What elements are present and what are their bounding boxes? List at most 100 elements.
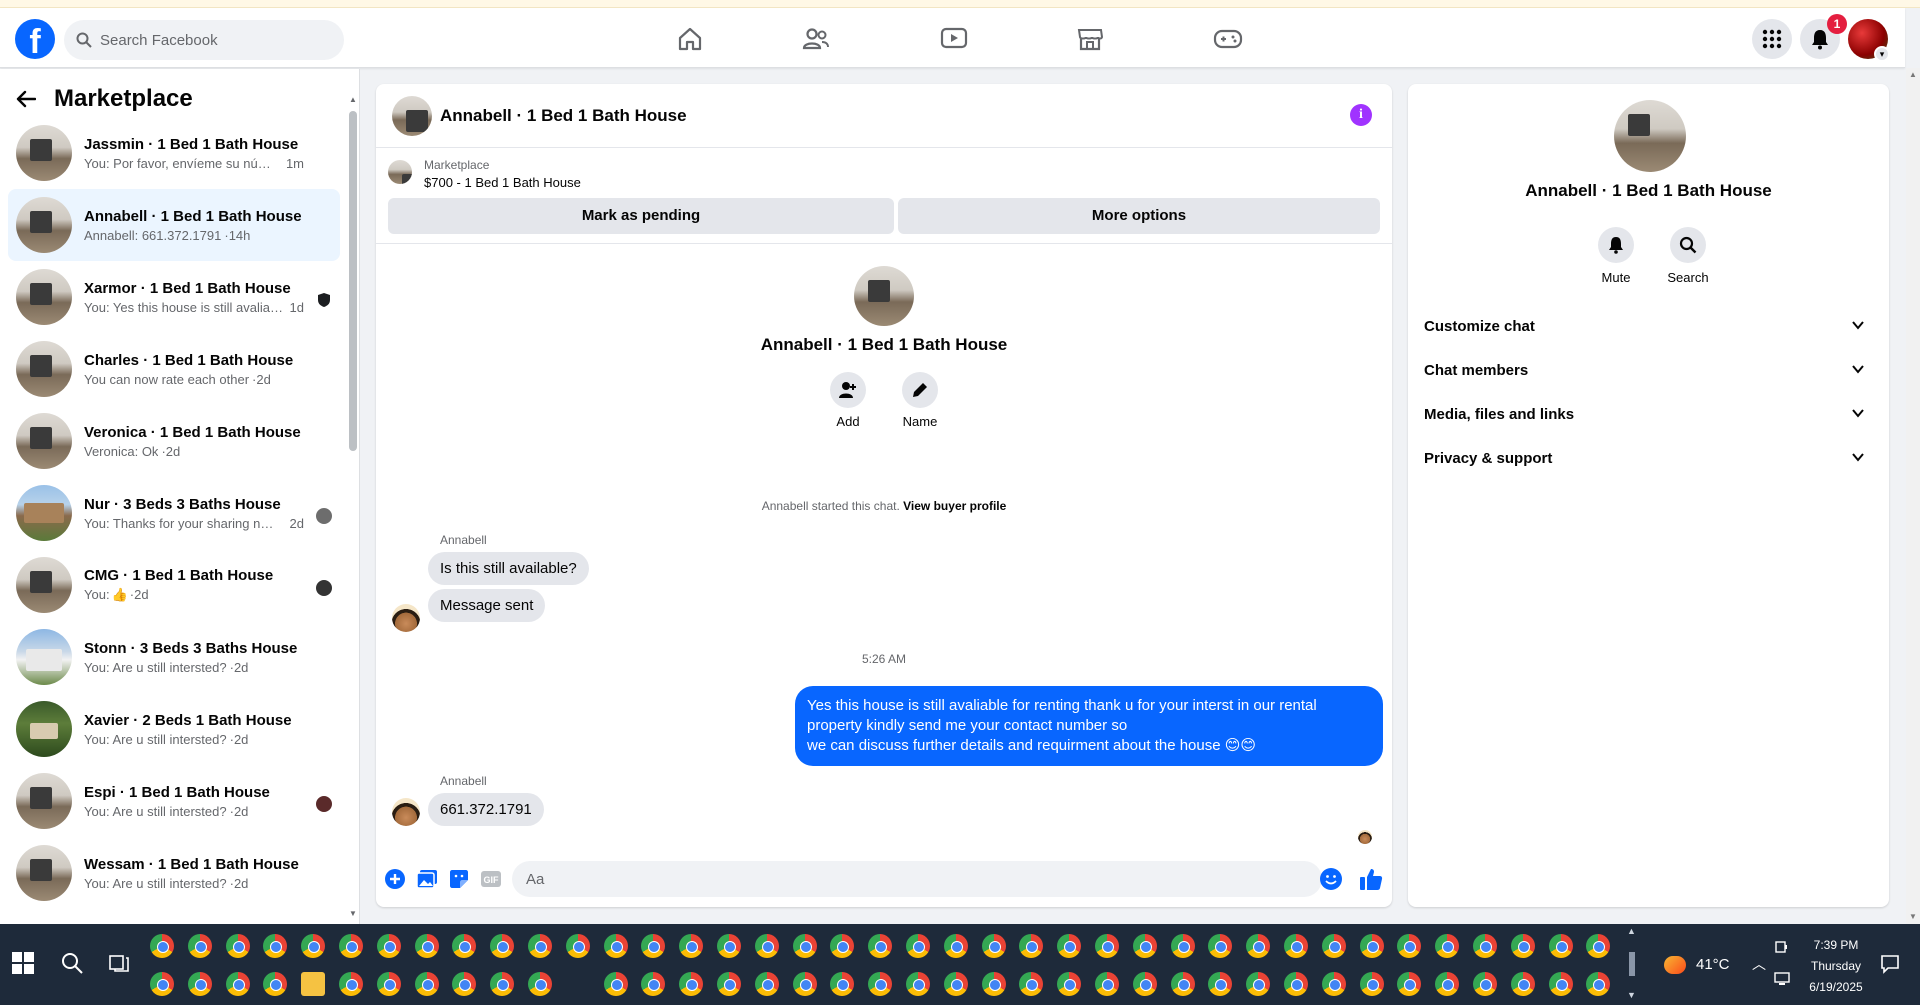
conversation-item[interactable]: Stonn · 3 Beds 3 Baths House You: Are u …: [8, 621, 340, 693]
scroll-up-icon[interactable]: ▲: [349, 95, 357, 104]
network-icon[interactable]: [1774, 972, 1790, 986]
chrome-app-icon[interactable]: [339, 972, 363, 996]
chrome-app-icon[interactable]: [1057, 934, 1081, 958]
scroll-up-icon[interactable]: ▲: [1627, 926, 1636, 936]
chrome-app-icon[interactable]: [452, 934, 476, 958]
conversation-item[interactable]: CMG · 1 Bed 1 Bath House You: 👍 ·2d: [8, 549, 340, 621]
chrome-app-icon[interactable]: [150, 972, 174, 996]
chrome-app-icon[interactable]: [641, 934, 665, 958]
chrome-app-icon[interactable]: [679, 934, 703, 958]
more-actions-button[interactable]: [384, 868, 406, 890]
chrome-app-icon[interactable]: [1360, 934, 1384, 958]
chrome-app-icon[interactable]: [1171, 934, 1195, 958]
add-people-button[interactable]: Add: [823, 372, 873, 429]
chrome-app-icon[interactable]: [604, 934, 628, 958]
nav-friends[interactable]: [798, 22, 834, 56]
customize-chat-section[interactable]: Customize chat: [1416, 304, 1881, 348]
chrome-app-icon[interactable]: [150, 934, 174, 958]
clock-day[interactable]: Thursday: [1806, 959, 1866, 973]
chrome-app-icon[interactable]: [793, 934, 817, 958]
chrome-app-icon[interactable]: [415, 934, 439, 958]
nav-marketplace[interactable]: [1072, 22, 1108, 56]
chrome-app-icon[interactable]: [188, 934, 212, 958]
mute-button[interactable]: Mute: [1586, 227, 1646, 285]
notification-center-icon[interactable]: [1880, 954, 1900, 974]
scrollbar-thumb[interactable]: [1629, 952, 1635, 976]
window-scrollbar[interactable]: ▲ ▼: [1906, 68, 1920, 924]
chrome-app-icon[interactable]: [263, 972, 287, 996]
chrome-app-icon[interactable]: [793, 972, 817, 996]
search-input[interactable]: [100, 20, 330, 60]
battery-icon[interactable]: [1774, 940, 1788, 954]
chrome-app-icon[interactable]: [1435, 972, 1459, 996]
weather-icon[interactable]: [1664, 956, 1686, 974]
sticker-button[interactable]: [448, 868, 470, 890]
chrome-app-icon[interactable]: [263, 934, 287, 958]
weather-temperature[interactable]: 41°C: [1696, 956, 1730, 973]
chrome-app-icon[interactable]: [944, 972, 968, 996]
file-explorer-icon[interactable]: [301, 972, 325, 996]
chrome-app-icon[interactable]: [1511, 972, 1535, 996]
listing-price[interactable]: $700 - 1 Bed 1 Bath House: [424, 175, 581, 190]
chrome-app-icon[interactable]: [868, 934, 892, 958]
conversation-item[interactable]: Nur · 3 Beds 3 Baths House You: Thanks f…: [8, 477, 340, 549]
chrome-app-icon[interactable]: [566, 934, 590, 958]
windows-start-icon[interactable]: [12, 952, 34, 974]
chrome-app-icon[interactable]: [1095, 934, 1119, 958]
chrome-app-icon[interactable]: [1019, 972, 1043, 996]
chrome-app-icon[interactable]: [528, 934, 552, 958]
chrome-app-icon[interactable]: [944, 934, 968, 958]
scroll-down-icon[interactable]: ▼: [1627, 990, 1636, 1000]
conversation-item-active[interactable]: Annabell · 1 Bed 1 Bath House Annabell: …: [8, 189, 340, 261]
chat-title[interactable]: Annabell · 1 Bed 1 Bath House: [440, 106, 687, 126]
listing-thumbnail[interactable]: [388, 160, 412, 184]
chrome-app-icon[interactable]: [1133, 972, 1157, 996]
chrome-app-icon[interactable]: [1095, 972, 1119, 996]
name-chat-button[interactable]: Name: [895, 372, 945, 429]
conversation-item[interactable]: Wessam · 1 Bed 1 Bath House You: Are u s…: [8, 837, 340, 909]
chrome-app-icon[interactable]: [1057, 972, 1081, 996]
chrome-app-icon[interactable]: [641, 972, 665, 996]
attach-photo-button[interactable]: [416, 868, 438, 890]
chrome-app-icon[interactable]: [1397, 972, 1421, 996]
gif-button[interactable]: GIF: [480, 868, 502, 890]
more-options-button[interactable]: More options: [898, 198, 1380, 234]
chrome-app-icon[interactable]: [982, 934, 1006, 958]
chrome-app-icon[interactable]: [1246, 972, 1270, 996]
scroll-up-icon[interactable]: ▲: [1909, 70, 1917, 79]
privacy-support-section[interactable]: Privacy & support: [1416, 436, 1881, 480]
chrome-app-icon[interactable]: [528, 972, 552, 996]
chrome-app-icon[interactable]: [1473, 972, 1497, 996]
chrome-app-icon[interactable]: [717, 972, 741, 996]
conversation-item[interactable]: Veronica · 1 Bed 1 Bath House Veronica: …: [8, 405, 340, 477]
view-buyer-profile-link[interactable]: View buyer profile: [903, 499, 1006, 513]
message-bubble-incoming[interactable]: 661.372.1791: [428, 793, 544, 826]
clock-time[interactable]: 7:39 PM: [1806, 938, 1866, 952]
chrome-app-icon[interactable]: [1322, 934, 1346, 958]
search-icon[interactable]: [60, 951, 84, 975]
chrome-app-icon[interactable]: [679, 972, 703, 996]
emoji-icon[interactable]: [1320, 868, 1342, 890]
chrome-app-icon[interactable]: [830, 972, 854, 996]
chrome-app-icon[interactable]: [490, 972, 514, 996]
task-view-icon[interactable]: [108, 952, 130, 974]
chrome-app-icon[interactable]: [1246, 934, 1270, 958]
message-input[interactable]: [512, 861, 1322, 897]
chrome-app-icon[interactable]: [415, 972, 439, 996]
clock-date[interactable]: 6/19/2025: [1806, 980, 1866, 994]
sender-avatar[interactable]: [392, 604, 420, 632]
chrome-app-icon[interactable]: [1511, 934, 1535, 958]
facebook-logo[interactable]: f: [15, 19, 55, 59]
chrome-app-icon[interactable]: [906, 972, 930, 996]
message-bubble-outgoing[interactable]: Yes this house is still avaliable for re…: [795, 686, 1383, 766]
conversation-item[interactable]: Espi · 1 Bed 1 Bath House You: Are u sti…: [8, 765, 340, 837]
conversation-item[interactable]: Charles · 1 Bed 1 Bath House You can now…: [8, 333, 340, 405]
info-icon[interactable]: i: [1350, 104, 1372, 126]
chrome-app-icon[interactable]: [339, 934, 363, 958]
chat-thumbnail[interactable]: [392, 96, 432, 136]
chrome-app-icon[interactable]: [604, 972, 628, 996]
conversation-item[interactable]: Xavier · 2 Beds 1 Bath House You: Are u …: [8, 693, 340, 765]
chrome-app-icon[interactable]: [1019, 934, 1043, 958]
chrome-app-icon[interactable]: [830, 934, 854, 958]
chat-members-section[interactable]: Chat members: [1416, 348, 1881, 392]
